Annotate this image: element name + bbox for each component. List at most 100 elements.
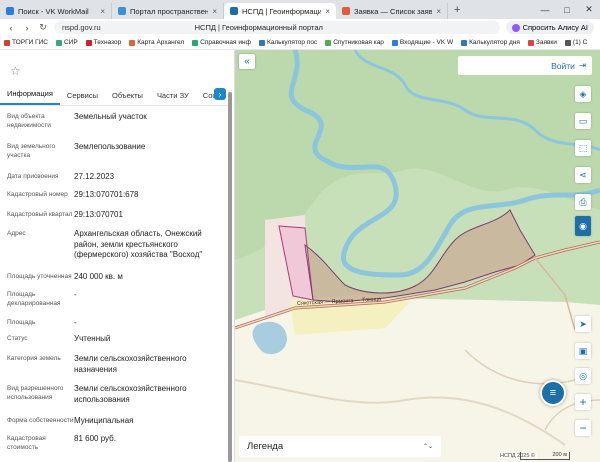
bookmark-item[interactable]: Справочная инф	[192, 39, 251, 46]
attribute-row: Категория земель Земли сельскохозяйственн…	[0, 354, 226, 375]
attribute-label: Площадь	[7, 319, 36, 326]
bookmark-label: Карта Архангел	[137, 39, 185, 46]
attribute-value: -	[74, 290, 77, 299]
attribute-value: -	[74, 318, 77, 327]
bookmark-favicon-icon	[55, 39, 62, 46]
bookmark-label: Спутниковая кар	[333, 39, 384, 46]
panel-tab[interactable]: Информация	[0, 89, 60, 105]
bookmark-label: Справочная инф	[200, 39, 251, 46]
menu-fab-icon[interactable]: ≡	[540, 380, 566, 406]
bookmark-item[interactable]: Калькулятор дня	[461, 39, 520, 46]
minimize-icon[interactable]: —	[534, 0, 556, 19]
attribute-label: Площадь декларированная	[7, 291, 61, 307]
tab-strip: Поиск - VK WorkMail × Портал пространствен…	[0, 0, 600, 19]
tabs-scroll-right-icon[interactable]: ›	[214, 88, 226, 100]
browser-tab[interactable]: Портал пространственн ×	[112, 3, 224, 19]
attribute-label: Площадь уточненная	[7, 273, 72, 280]
share-icon[interactable]: ⋖	[575, 167, 591, 183]
locate-icon[interactable]: ➤	[575, 316, 591, 332]
panel-tab[interactable]: Объекты	[105, 91, 150, 105]
browser-tab[interactable]: Поиск - VK WorkMail ×	[0, 3, 112, 19]
tab-favicon-icon	[118, 7, 126, 15]
forward-button[interactable]: ›	[22, 23, 32, 33]
bookmark-favicon-icon	[527, 39, 534, 46]
bookmark-label: (1) C	[572, 39, 588, 46]
attribute-label: Статус	[7, 335, 28, 342]
bookmark-label: ТОРГИ ГИС	[12, 39, 48, 46]
my-location-icon[interactable]: ◎	[575, 368, 591, 384]
panel-tab[interactable]: Части ЗУ	[150, 91, 196, 105]
bookmark-label: Входящие - VK W	[399, 39, 454, 46]
bookmark-label: Техназор	[93, 39, 122, 46]
bookmark-favicon-icon	[461, 39, 468, 46]
legend-label: Легенда	[247, 441, 284, 452]
close-tab-icon[interactable]: ×	[212, 7, 217, 16]
tab-favicon-icon	[230, 7, 238, 15]
page-title: НСПД | Геоинформационный портал	[194, 23, 323, 32]
browser-tab[interactable]: Заявка — Список заявок ×	[336, 3, 448, 19]
attribute-row: Вид земельного участка Землепользование	[0, 142, 226, 160]
alisa-label: Спросить Алису AI	[522, 23, 588, 32]
bookmark-item[interactable]: ТОРГИ ГИС	[4, 39, 48, 46]
browser-tab[interactable]: НСПД | Геоинформаци ×	[224, 3, 336, 19]
login-button[interactable]: Войти ⇥	[458, 56, 592, 75]
attribute-value: 29:13:070701:678	[74, 190, 139, 199]
bookmark-label: СИР	[63, 39, 78, 46]
select-area-icon[interactable]: ⬚	[575, 140, 591, 156]
attribute-row: Площадь -	[0, 318, 226, 329]
favorite-star-icon[interactable]: ☆	[10, 64, 21, 78]
print-icon[interactable]: ⎙	[575, 194, 591, 210]
attribute-row: Площадь уточненная 240 000 кв. м	[0, 272, 226, 283]
bookmark-item[interactable]: Заявки	[527, 39, 557, 46]
panel-tabs: ИнформацияСервисыОбъектыЧасти ЗУСоста	[0, 88, 228, 106]
attribute-row: Вид объекта недвижимости Земельный участо…	[0, 112, 226, 130]
bookmark-favicon-icon	[258, 39, 265, 46]
new-tab-button[interactable]: +	[448, 4, 466, 16]
attribute-value: Учтенный	[74, 334, 111, 343]
panel-scrollbar[interactable]	[228, 90, 232, 462]
login-label: Войти	[551, 60, 575, 71]
zoom-in-icon[interactable]: +	[575, 394, 591, 410]
attribute-row: Кадастровая стоимость 81 600 руб.	[0, 434, 226, 452]
accessibility-icon[interactable]: ◉	[575, 216, 591, 236]
bookmarks-bar: ТОРГИ ГИС СИР Техназор Карта Архангел Справо…	[0, 36, 600, 50]
window-controls: — □ ✕	[534, 0, 600, 19]
close-tab-icon[interactable]: ×	[436, 7, 441, 16]
attribute-value: 27.12.2023	[74, 172, 115, 181]
attribute-row: Вид разрешенного использования Земли сель…	[0, 384, 226, 405]
close-tab-icon[interactable]: ×	[100, 7, 105, 16]
maximize-icon[interactable]: □	[556, 0, 578, 19]
close-tab-icon[interactable]: ×	[325, 7, 330, 16]
reload-button[interactable]: ↻	[38, 22, 48, 33]
panel-toggle-icon[interactable]: ▭	[575, 113, 591, 129]
bookmark-item[interactable]: Спутниковая кар	[325, 39, 384, 46]
info-panel: ☆ ИнформацияСервисыОбъектыЧасти ЗУСоста …	[0, 50, 235, 462]
legend-dropdown[interactable]: Легенда ⌃⌄	[239, 436, 441, 457]
zoom-out-icon[interactable]: −	[575, 420, 591, 436]
basemap-icon[interactable]: ▣	[575, 343, 591, 359]
tab-label: НСПД | Геоинформаци	[242, 6, 322, 16]
attribute-value: 29:13:070701	[74, 210, 123, 219]
scrollbar-thumb[interactable]	[228, 92, 232, 462]
url-text: nspd.gov.ru	[62, 23, 101, 32]
collapse-panel-button[interactable]: «	[239, 54, 255, 69]
bookmark-favicon-icon	[325, 39, 332, 46]
url-bar[interactable]: nspd.gov.ru НСПД | Геоинформационный пор…	[54, 21, 500, 34]
attribute-row: Кадастровый квартал 29:13:070701	[0, 210, 226, 221]
bookmark-item[interactable]: Карта Архангел	[129, 39, 184, 46]
layers-icon[interactable]: ◈	[575, 86, 591, 102]
tab-favicon-icon	[342, 7, 350, 15]
bookmark-item[interactable]: Входящие - VK W	[391, 39, 454, 46]
alisa-button[interactable]: Спросить Алису AI	[505, 21, 594, 34]
attribute-label: Кадастровый номер	[7, 191, 68, 198]
bookmark-item[interactable]: Техназор	[85, 39, 122, 46]
bookmark-favicon-icon	[4, 39, 10, 46]
bookmark-item[interactable]: (1) C	[564, 39, 588, 46]
panel-tab[interactable]: Сервисы	[60, 91, 105, 105]
scale-bar: 200 м	[520, 452, 570, 460]
attribute-value: Землепользование	[74, 142, 146, 151]
back-button[interactable]: ‹	[6, 23, 16, 33]
bookmark-item[interactable]: СИР	[55, 39, 78, 46]
close-window-icon[interactable]: ✕	[578, 0, 600, 19]
bookmark-item[interactable]: Калькулятор пос	[258, 39, 317, 46]
